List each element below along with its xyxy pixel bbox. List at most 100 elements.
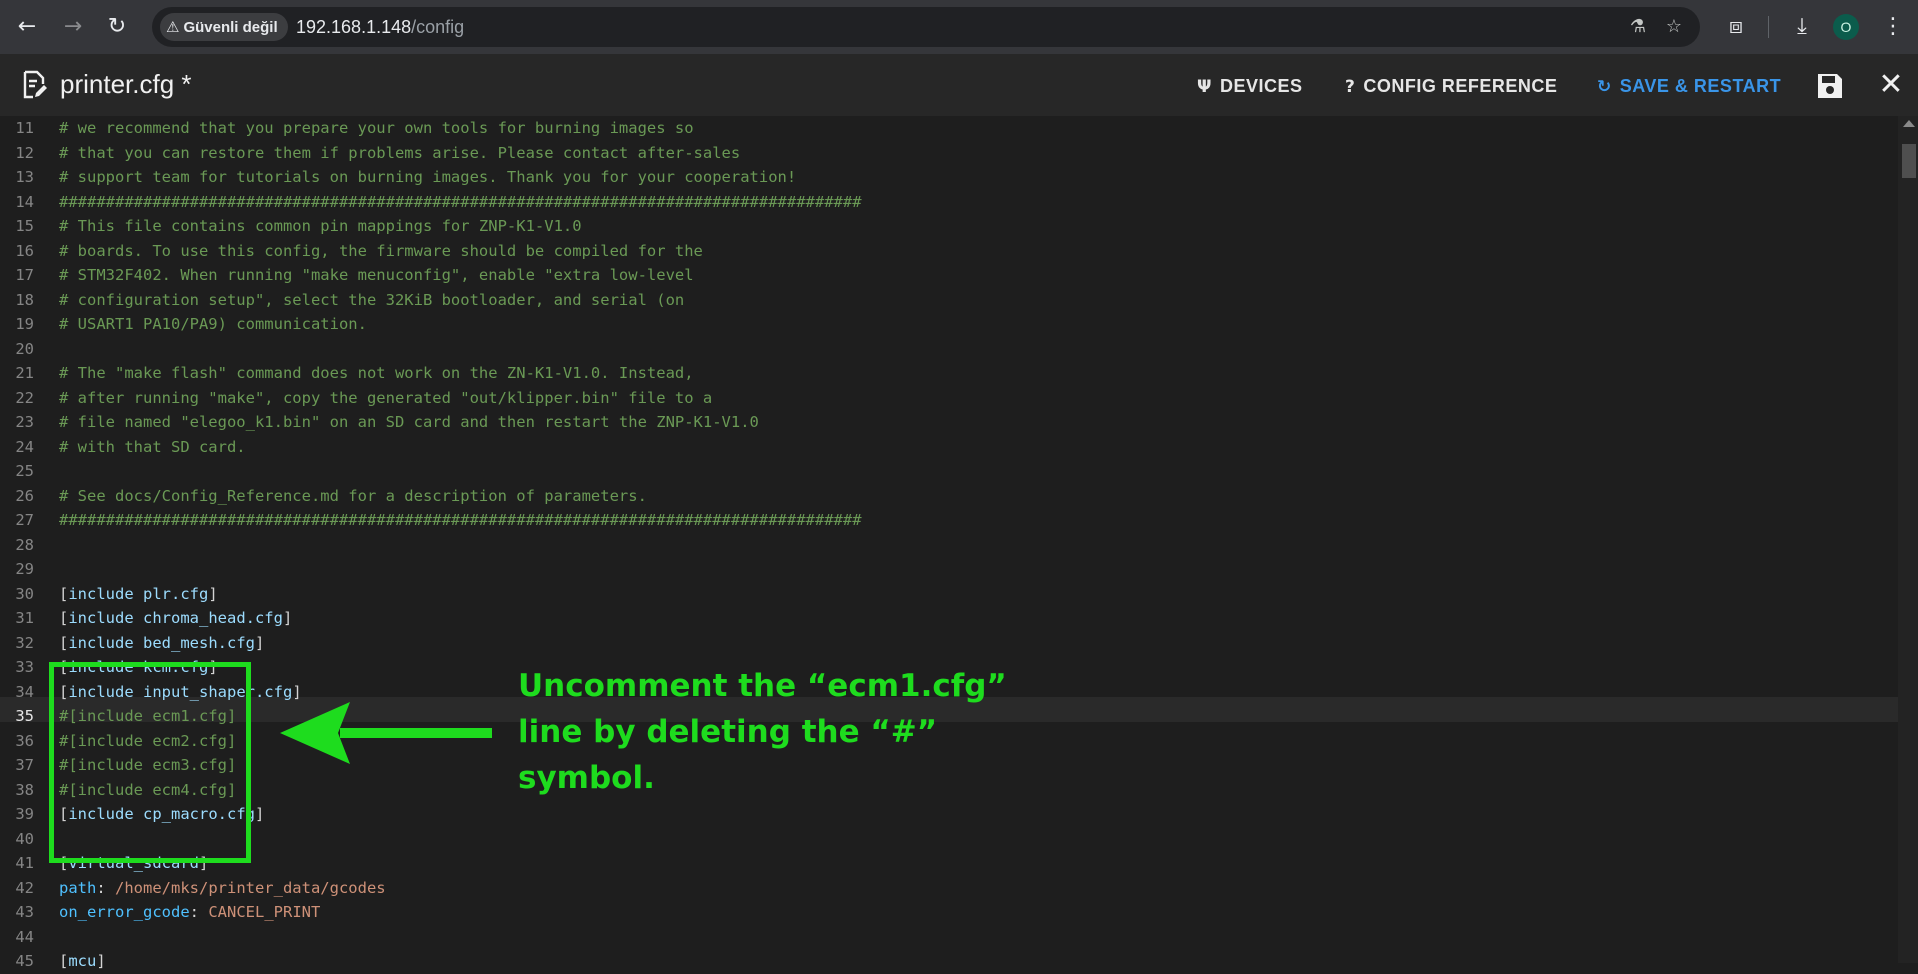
code-line[interactable]: path: /home/mks/printer_data/gcodes (59, 876, 386, 901)
close-button[interactable]: ✕ (1874, 68, 1908, 102)
browser-toolbar: ← → ↻ ⚠ Güvenli değil 192.168.1.148/confi… (0, 0, 1918, 54)
code-token: # The "make flash" command does not work… (59, 364, 694, 382)
line-number: 11 (15, 119, 34, 137)
code-token: ] (208, 584, 218, 603)
line-number: 24 (15, 437, 34, 456)
line-number: 30 (15, 584, 34, 603)
line-number: 33 (15, 658, 34, 676)
line-number: 29 (15, 560, 34, 578)
security-indicator[interactable]: ⚠ Güvenli değil (160, 13, 288, 41)
code-token: ########################################… (59, 192, 862, 211)
download-icon[interactable]: ⤓ (1785, 10, 1819, 44)
code-token: ] (254, 805, 265, 823)
puzzle-icon[interactable]: ⧈ (1719, 10, 1753, 44)
code-token: ] (96, 952, 106, 970)
code-token: # we recommend that you prepare your own… (59, 119, 694, 137)
warning-icon: ⚠ (166, 18, 180, 36)
code-token: ] (292, 682, 302, 701)
code-line[interactable]: # USART1 PA10/PA9) communication. (59, 312, 367, 337)
devices-button[interactable]: Ψ DEVICES (1197, 72, 1302, 100)
code-token: CANCEL_PRINT (208, 903, 321, 921)
code-line[interactable]: # file named "elegoo_k1.bin" on an SD ca… (59, 410, 759, 435)
line-number: 44 (15, 927, 34, 946)
code-token: # with that SD card. (59, 437, 246, 456)
code-line[interactable]: on_error_gcode: CANCEL_PRINT (59, 900, 320, 925)
kebab-menu-icon[interactable]: ⋮ (1876, 10, 1910, 44)
vertical-scrollbar[interactable] (1898, 116, 1918, 963)
code-token: # configuration setup", select the 32KiB… (59, 290, 685, 309)
line-number: 27 (15, 511, 34, 529)
code-line[interactable]: [mcu] (59, 949, 106, 974)
code-line[interactable]: # See docs/Config_Reference.md for a des… (59, 484, 647, 509)
security-label: Güvenli değil (183, 19, 278, 36)
question-icon: ? (1345, 77, 1356, 97)
code-line[interactable]: # This file contains common pin mappings… (59, 214, 582, 239)
code-token: ] (282, 609, 293, 627)
line-number: 20 (15, 339, 34, 358)
code-line[interactable]: [include plr.cfg] (59, 582, 218, 607)
code-token: [ (59, 633, 69, 652)
code-line[interactable]: # The "make flash" command does not work… (59, 361, 694, 386)
restart-icon: ↻ (1597, 77, 1612, 97)
code-token: : (189, 903, 209, 921)
arrow-icon (280, 702, 492, 764)
back-button[interactable]: ← (10, 10, 44, 44)
config-reference-label: CONFIG REFERENCE (1363, 76, 1558, 96)
line-number: 15 (15, 217, 34, 235)
avatar[interactable]: O (1833, 14, 1859, 40)
line-number: 22 (15, 388, 34, 407)
config-reference-button[interactable]: ? CONFIG REFERENCE (1345, 72, 1557, 100)
line-number: 31 (15, 609, 34, 627)
scroll-up-arrow[interactable] (1903, 120, 1915, 127)
code-token: # STM32F402. When running "make menuconf… (59, 266, 694, 284)
file-edit-icon (23, 70, 47, 99)
save-restart-button[interactable]: ↻ SAVE & RESTART (1597, 72, 1781, 100)
line-number: 42 (15, 878, 34, 897)
line-number: 37 (15, 756, 34, 774)
code-token: # that you can restore them if problems … (59, 143, 741, 162)
code-line[interactable]: # support team for tutorials on burning … (59, 165, 796, 190)
line-number: 19 (15, 315, 34, 333)
line-number: 41 (15, 854, 34, 872)
editor-header: printer.cfg * Ψ DEVICES ? CONFIG REFERENCE… (0, 54, 1918, 116)
url-host: 192.168.1.148 (296, 17, 412, 37)
annotation-line: Uncomment the “ecm1.cfg” (518, 668, 1007, 704)
code-token: on_error_gcode (59, 903, 190, 921)
line-number: 40 (15, 829, 34, 848)
line-number: 25 (15, 462, 34, 480)
scroll-thumb[interactable] (1902, 144, 1916, 178)
code-line[interactable]: [include bed_mesh.cfg] (59, 631, 264, 656)
line-number: 45 (15, 952, 34, 970)
reload-button[interactable]: ↻ (100, 10, 134, 44)
annotation-text: Uncomment the “ecm1.cfg” line by deletin… (518, 663, 1118, 801)
code-line[interactable]: [include chroma_head.cfg] (59, 606, 292, 631)
code-line[interactable]: # STM32F402. When running "make menuconf… (59, 263, 694, 288)
line-number: 23 (15, 413, 34, 431)
floppy-disk-icon[interactable] (1816, 72, 1844, 100)
code-token: mcu (68, 952, 97, 970)
code-line[interactable]: # we recommend that you prepare your own… (59, 116, 694, 141)
star-icon[interactable]: ☆ (1660, 13, 1688, 41)
code-token: # This file contains common pin mappings… (59, 217, 582, 235)
translate-icon[interactable]: ⚗ (1624, 13, 1652, 41)
code-token: : (96, 878, 115, 897)
address-bar[interactable]: ⚠ Güvenli değil 192.168.1.148/config ⚗ ☆ (152, 7, 1700, 47)
code-line[interactable]: # after running "make", copy the generat… (59, 386, 712, 411)
code-line[interactable]: ########################################… (59, 190, 862, 215)
code-line[interactable]: # that you can restore them if problems … (59, 141, 740, 166)
code-line[interactable]: # with that SD card. (59, 435, 246, 460)
close-icon: ✕ (1878, 67, 1904, 102)
code-line[interactable]: # boards. To use this config, the firmwa… (59, 239, 703, 264)
code-line[interactable]: # configuration setup", select the 32KiB… (59, 288, 684, 313)
code-token: # boards. To use this config, the firmwa… (59, 241, 703, 260)
code-editor[interactable]: 11 # we recommend that you prepare your o… (0, 116, 1918, 970)
url-text[interactable]: 192.168.1.148/config (296, 7, 464, 47)
forward-button[interactable]: → (56, 10, 90, 44)
arrow-left-icon: ← (17, 14, 37, 39)
code-token: # file named "elegoo_k1.bin" on an SD ca… (59, 413, 759, 431)
highlight-box (49, 662, 251, 863)
code-token: include chroma_head.cfg (68, 609, 283, 627)
line-number: 26 (15, 486, 34, 505)
code-line[interactable]: ########################################… (59, 508, 862, 533)
code-token: ########################################… (59, 511, 862, 529)
